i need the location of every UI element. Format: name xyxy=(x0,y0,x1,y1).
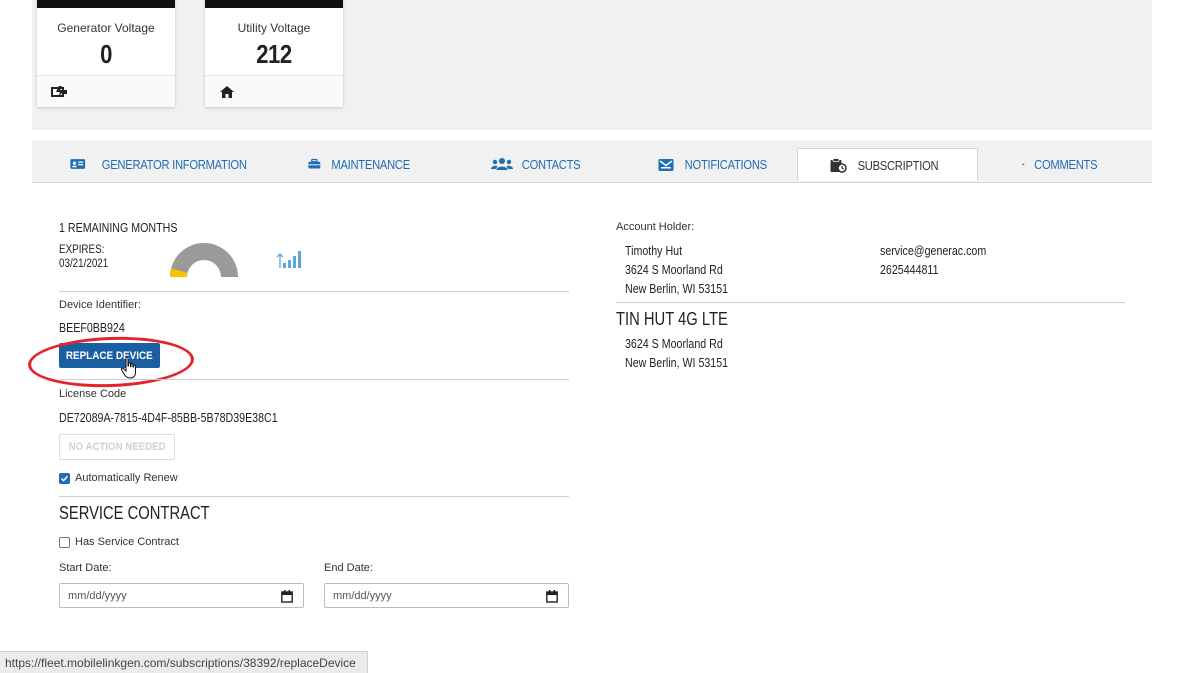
auto-renew-checkbox[interactable] xyxy=(59,473,70,484)
tab-label: NOTIFICATIONS xyxy=(684,156,768,172)
tab-label: COMMENTS xyxy=(1033,156,1097,172)
account-address-line1: 3624 S Moorland Rd xyxy=(625,262,723,277)
cell-signal-icon xyxy=(276,251,301,268)
start-date-label: Start Date: xyxy=(59,562,112,574)
tab-subscription[interactable]: SUBSCRIPTION xyxy=(797,148,978,181)
tab-bar: GENERATOR INFORMATION MAINTENANCE CONTAC… xyxy=(32,140,1152,183)
service-contract-title: SERVICE CONTRACT xyxy=(59,503,210,523)
account-phone: 2625444811 xyxy=(880,262,939,277)
tab-contacts[interactable]: CONTACTS xyxy=(488,148,588,180)
card-label: Generator Voltage xyxy=(57,21,155,35)
envelope-icon xyxy=(658,158,674,171)
generator-power-icon xyxy=(51,86,67,98)
users-icon xyxy=(490,158,513,170)
device-identifier-label: Device Identifier: xyxy=(59,299,141,311)
device-identifier-value: BEEF0BB924 xyxy=(59,320,125,335)
has-service-contract-label: Has Service Contract xyxy=(75,536,179,548)
site-address-line2: New Berlin, WI 53151 xyxy=(625,355,729,370)
utility-voltage-card: Utility Voltage 212 xyxy=(205,0,343,107)
divider xyxy=(59,496,569,497)
remaining-months: 1 REMAINING MONTHS xyxy=(59,220,178,235)
tab-label: CONTACTS xyxy=(521,156,581,172)
expires-date: 03/21/2021 xyxy=(59,256,109,270)
end-date-input[interactable]: mm/dd/yyyy xyxy=(324,583,569,608)
license-code-label: License Code xyxy=(59,388,127,400)
tab-label: SUBSCRIPTION xyxy=(857,157,939,173)
browser-status-url: https://fleet.mobilelinkgen.com/subscrip… xyxy=(0,651,368,673)
start-date-input[interactable]: mm/dd/yyyy xyxy=(59,583,304,608)
start-date-placeholder: mm/dd/yyyy xyxy=(68,589,127,602)
license-code-value: DE72089A-7815-4D4F-85BB-5B78D39E38C1 xyxy=(59,410,278,425)
expires-label: EXPIRES: xyxy=(59,242,105,256)
status-cards-area: Generator Voltage 0 Utility Voltage 212 xyxy=(32,0,1152,130)
card-footer xyxy=(37,75,175,107)
subscription-icon xyxy=(830,157,847,173)
tab-maintenance[interactable]: MAINTENANCE xyxy=(308,148,416,180)
account-email: service@generac.com xyxy=(880,243,987,258)
end-date-placeholder: mm/dd/yyyy xyxy=(333,589,392,602)
card-value: 0 xyxy=(100,39,112,69)
no-action-needed-button[interactable]: NO ACTION NEEDED xyxy=(59,434,175,460)
end-date-label: End Date: xyxy=(324,562,373,574)
card-value: 212 xyxy=(256,39,292,69)
checkmark-icon xyxy=(60,475,69,482)
has-service-contract-checkbox[interactable] xyxy=(59,537,70,548)
card-footer xyxy=(205,75,343,107)
calendar-icon[interactable] xyxy=(281,590,293,603)
card-header-bar xyxy=(37,0,175,8)
highlight-circle xyxy=(27,334,195,390)
tab-label: MAINTENANCE xyxy=(331,156,410,172)
divider xyxy=(59,291,569,292)
hand-cursor-icon xyxy=(120,356,136,379)
divider xyxy=(616,302,1125,303)
tab-generator-information[interactable]: GENERATOR INFORMATION xyxy=(70,148,258,180)
generator-voltage-card: Generator Voltage 0 xyxy=(37,0,175,107)
account-name: Timothy Hut xyxy=(625,243,683,258)
card-label: Utility Voltage xyxy=(237,21,311,35)
tab-label: GENERATOR INFORMATION xyxy=(101,156,247,172)
site-name: TIN HUT 4G LTE xyxy=(616,309,728,329)
site-address-line1: 3624 S Moorland Rd xyxy=(625,336,723,351)
account-holder-label: Account Holder: xyxy=(616,221,695,233)
divider xyxy=(59,379,569,380)
subscription-gauge xyxy=(170,243,238,277)
card-header-bar xyxy=(205,0,343,8)
auto-renew-label: Automatically Renew xyxy=(75,472,178,484)
calendar-icon[interactable] xyxy=(546,590,558,603)
id-card-icon xyxy=(70,159,86,169)
toolbox-icon xyxy=(308,158,321,169)
tab-notifications[interactable]: NOTIFICATIONS xyxy=(654,148,778,180)
comments-icon xyxy=(1022,163,1025,165)
account-address-line2: New Berlin, WI 53151 xyxy=(625,281,729,296)
home-icon xyxy=(220,86,234,98)
tab-comments[interactable]: COMMENTS xyxy=(1022,148,1102,180)
